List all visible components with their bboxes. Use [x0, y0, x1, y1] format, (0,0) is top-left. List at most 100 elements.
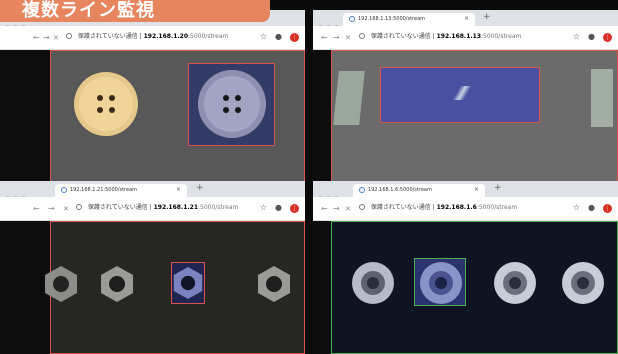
star-icon[interactable]: ☆ [573, 203, 580, 212]
menu-icon[interactable]: ⋮ [603, 33, 612, 42]
toolbar: ← → ✕ 保護されていない通信 | 192.168.1.21:5000/str… [0, 197, 305, 221]
back-arrow-icon[interactable]: ← [321, 33, 328, 42]
tab-close-icon[interactable]: × [464, 15, 469, 22]
glass-plate-left [333, 71, 365, 125]
star-icon[interactable]: ☆ [260, 32, 267, 41]
close-icon[interactable]: ✕ [63, 205, 69, 213]
close-icon[interactable]: ✕ [345, 34, 351, 42]
browser-window-4: 192.168.1.6:5000/stream × + ← → ✕ 保護されてい… [313, 181, 618, 354]
detection-box [414, 258, 466, 306]
account-icon[interactable]: ● [275, 203, 282, 212]
account-icon[interactable]: ● [588, 32, 595, 41]
back-arrow-icon[interactable]: ← [33, 33, 40, 42]
info-icon[interactable] [76, 204, 82, 210]
back-arrow-icon[interactable]: ← [33, 204, 40, 213]
plus-icon[interactable]: + [483, 12, 491, 22]
tab-title: 192.168.1.6:5000/stream [368, 187, 432, 193]
tab-title: 192.168.1.21:5000/stream [70, 187, 138, 193]
address-bar[interactable]: 保護されていない通信 | 192.168.1.13:5000/stream [359, 31, 548, 45]
browser-tab[interactable]: 192.168.1.6:5000/stream × [353, 184, 485, 197]
account-icon[interactable]: ● [588, 203, 595, 212]
info-icon[interactable] [66, 33, 72, 39]
nut-image-4 [258, 266, 290, 302]
security-label: 保護されていない通信 [370, 204, 431, 211]
address-host: 192.168.1.13 [436, 33, 482, 40]
glass-plate-right [591, 69, 613, 127]
address-bar[interactable]: 保護されていない通信 | 192.168.1.6:5000/stream [359, 202, 548, 216]
camera-view [0, 221, 305, 354]
tab-close-icon[interactable]: × [474, 186, 479, 193]
forward-arrow-icon[interactable]: → [333, 33, 340, 42]
plus-icon[interactable]: + [494, 183, 502, 193]
detection-box [171, 262, 205, 304]
plus-icon[interactable]: + [196, 183, 204, 193]
scratch-mark [449, 86, 479, 100]
account-icon[interactable]: ● [275, 32, 282, 41]
nut-image-2 [101, 266, 133, 302]
nut-image-3 [173, 267, 203, 299]
security-label: 保護されていない通信 [370, 33, 431, 40]
browser-chrome: 192.168.1.6:5000/stream × + ← → ✕ 保護されてい… [313, 181, 618, 221]
menu-icon[interactable]: ⋮ [603, 204, 612, 213]
star-icon[interactable]: ☆ [573, 32, 580, 41]
stream-frame [331, 50, 618, 183]
menu-icon[interactable]: ⋮ [290, 204, 299, 213]
nut-image-1 [45, 266, 77, 302]
address-path: :5000/stream [198, 204, 239, 211]
spool-image-3 [494, 262, 536, 304]
address-bar[interactable]: 保護されていない通信 | 192.168.1.21:5000/stream [76, 202, 239, 216]
browser-tab[interactable]: 192.168.1.13:5000/stream × [343, 13, 475, 26]
security-label: 保護されていない通信 [87, 204, 148, 211]
spool-image-4 [562, 262, 604, 304]
loading-icon [61, 187, 67, 193]
tab-close-icon[interactable]: × [176, 186, 181, 193]
forward-arrow-icon[interactable]: → [43, 33, 50, 42]
browser-window-3: 192.168.1.21:5000/stream × + ← → ✕ 保護されて… [0, 181, 305, 354]
close-icon[interactable]: ✕ [53, 34, 59, 42]
camera-view [313, 50, 618, 183]
tab-title: 192.168.1.13:5000/stream [358, 16, 426, 22]
tab-bar: 192.168.1.21:5000/stream × + [0, 181, 305, 201]
browser-window-2: 192.168.1.13:5000/stream × + ← → ✕ 保護されて… [313, 10, 618, 183]
toolbar: ← → ✕ 保護されていない通信 | 192.168.1.13:5000/str… [313, 26, 618, 50]
address-host: 192.168.1.20 [143, 33, 189, 40]
browser-tab[interactable]: 192.168.1.21:5000/stream × [55, 184, 187, 197]
browser-window-1: ← → ✕ 保護されていない通信 | 192.168.1.20:5000/str… [0, 10, 305, 183]
address-host: 192.168.1.21 [153, 204, 199, 211]
browser-chrome: 192.168.1.13:5000/stream × + ← → ✕ 保護されて… [313, 10, 618, 50]
close-icon[interactable]: ✕ [345, 205, 351, 213]
forward-arrow-icon[interactable]: → [48, 204, 55, 213]
address-host: 192.168.1.6 [436, 204, 477, 211]
star-icon[interactable]: ☆ [260, 203, 267, 212]
button-image-2 [198, 70, 266, 138]
address-path: :5000/stream [476, 204, 518, 211]
spool-image-2 [420, 262, 462, 304]
address-path: :5000/stream [481, 33, 522, 40]
info-icon[interactable] [359, 33, 365, 39]
camera-view [313, 221, 618, 354]
address-path: :5000/stream [188, 33, 229, 40]
stream-frame [45, 221, 305, 354]
loading-icon [349, 16, 355, 22]
info-icon[interactable] [359, 204, 365, 210]
toolbar: ← → ✕ 保護されていない通信 | 192.168.1.20:5000/str… [0, 26, 305, 50]
loading-icon [359, 187, 365, 193]
security-label: 保護されていない通信 [77, 33, 138, 40]
stream-frame [331, 221, 618, 354]
camera-view [0, 50, 305, 183]
menu-icon[interactable]: ⋮ [290, 33, 299, 42]
address-bar[interactable]: 保護されていない通信 | 192.168.1.20:5000/stream [66, 31, 235, 45]
browser-chrome: 192.168.1.21:5000/stream × + ← → ✕ 保護されて… [0, 181, 305, 221]
toolbar-icons: ☆ ● ⋮ [252, 32, 299, 42]
toolbar-icons: ☆ ● ⋮ [565, 32, 612, 42]
toolbar-icons: ☆ ● ⋮ [252, 203, 299, 213]
detection-box [188, 63, 275, 146]
tab-bar: 192.168.1.13:5000/stream × + [313, 10, 618, 30]
forward-arrow-icon[interactable]: → [333, 204, 340, 213]
detection-box [380, 67, 540, 123]
toolbar: ← → ✕ 保護されていない通信 | 192.168.1.6:5000/stre… [313, 197, 618, 221]
toolbar-icons: ☆ ● ⋮ [565, 203, 612, 213]
back-arrow-icon[interactable]: ← [321, 204, 328, 213]
spool-image-1 [352, 262, 394, 304]
stream-frame [50, 50, 305, 183]
